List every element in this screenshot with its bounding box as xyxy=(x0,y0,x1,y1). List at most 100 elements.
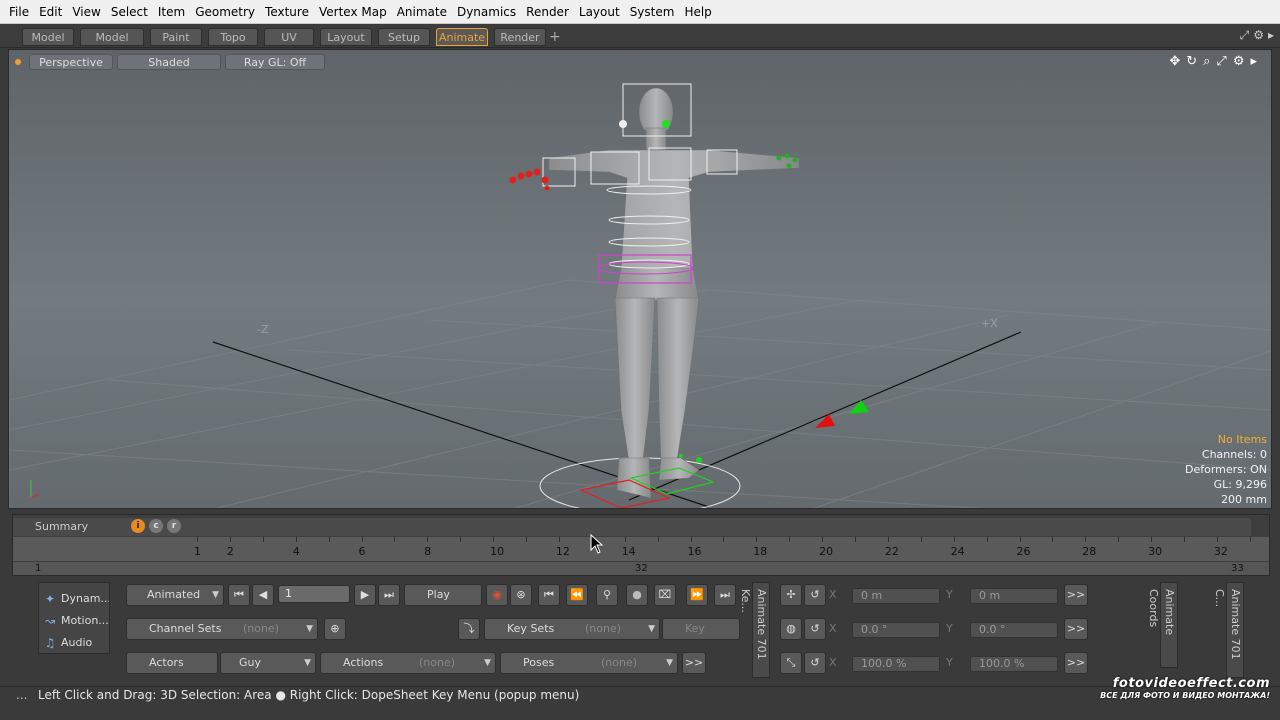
zoom-view-icon[interactable]: ⌕ xyxy=(1203,54,1210,69)
key-filter-button[interactable]: ⊛ xyxy=(510,584,532,606)
next-frame-button[interactable]: ▶ xyxy=(354,584,376,606)
rotation-y-field[interactable]: 0.0 ° xyxy=(970,622,1058,638)
move-view-icon[interactable]: ✥ xyxy=(1169,54,1180,69)
menu-edit[interactable]: Edit xyxy=(34,0,67,24)
menu-view[interactable]: View xyxy=(67,0,105,24)
delete-key-button[interactable]: ⌧ xyxy=(654,584,676,606)
menu-texture[interactable]: Texture xyxy=(260,0,314,24)
animate-keys-tab[interactable]: Animate 701 Ke... xyxy=(739,582,770,678)
goto-start-button[interactable]: ⏮ xyxy=(228,584,250,606)
menu-file[interactable]: File xyxy=(4,0,34,24)
timeline-range-bar[interactable]: 1 32 33 xyxy=(13,562,1269,575)
prev-key-button[interactable]: ⏮ xyxy=(538,584,560,606)
rotation-more-button[interactable]: >> xyxy=(1064,618,1088,640)
tab-model[interactable]: Model xyxy=(22,28,74,46)
summary-label: Summary xyxy=(35,520,89,533)
position-x-field[interactable]: 0 m xyxy=(852,588,940,604)
head-pivot-white[interactable] xyxy=(619,120,627,128)
current-frame-field[interactable]: 1 xyxy=(278,585,350,603)
tab-setup[interactable]: Setup xyxy=(378,28,430,46)
shading-dropdown[interactable]: Shaded xyxy=(117,54,221,70)
prev-frame-button[interactable]: ◀ xyxy=(252,584,274,606)
motion-tool[interactable]: ↝ Motion... xyxy=(41,611,109,631)
next-key-button[interactable]: ⏩ xyxy=(686,584,708,606)
animation-mode-dropdown[interactable]: Animated ▼ xyxy=(126,584,224,606)
channel-sets-dropdown[interactable]: Channel Sets (none) ▼ xyxy=(126,618,318,640)
record-button[interactable]: ● xyxy=(626,584,648,606)
channel-badge-icon[interactable]: c xyxy=(149,519,163,533)
menu-dynamics[interactable]: Dynamics xyxy=(452,0,521,24)
dynamics-tool[interactable]: ✦ Dynam... xyxy=(41,589,109,609)
rig-badge-icon[interactable]: r xyxy=(167,519,181,533)
actions-dropdown[interactable]: Actions (none) ▼ xyxy=(320,652,496,674)
scale-x-field[interactable]: 100.0 % xyxy=(852,656,940,672)
position-y-field[interactable]: 0 m xyxy=(970,588,1058,604)
menu-animate[interactable]: Animate xyxy=(392,0,452,24)
rotate-tool-button[interactable]: ◍ xyxy=(780,618,802,640)
menu-vertex-map[interactable]: Vertex Map xyxy=(314,0,392,24)
tab-uv[interactable]: UV xyxy=(264,28,314,46)
projection-dropdown[interactable]: Perspective xyxy=(29,54,113,70)
animate-coords-tab[interactable]: Animate Coords xyxy=(1147,582,1178,668)
more-options-button[interactable]: >> xyxy=(682,652,706,674)
tab-topo[interactable]: Topo xyxy=(208,28,258,46)
key-sets-dropdown[interactable]: Key Sets (none) ▼ xyxy=(484,618,660,640)
rotation-x-field[interactable]: 0.0 ° xyxy=(852,622,940,638)
viewport-gear-icon[interactable]: ⚙ xyxy=(1233,54,1245,69)
key-button[interactable]: Key xyxy=(662,618,740,640)
timeline-ruler[interactable]: 1 2 4 6 8 10 12 14 16 18 20 22 24 26 28 30 32 xyxy=(13,537,1269,561)
rotate-view-icon[interactable]: ↻ xyxy=(1186,54,1197,69)
move-tool-button[interactable]: ✢ xyxy=(780,584,802,606)
tab-render[interactable]: Render xyxy=(494,28,546,46)
animate-channels-tab[interactable]: Animate 701 C... xyxy=(1213,582,1244,678)
menu-render[interactable]: Render xyxy=(521,0,574,24)
auto-key-button[interactable]: ◉ xyxy=(486,584,508,606)
arrow-right-icon[interactable]: ▸ xyxy=(1268,28,1274,43)
actors-button[interactable]: Actors xyxy=(126,652,218,674)
scale-reset-button[interactable]: ↺ xyxy=(804,652,826,674)
menu-help[interactable]: Help xyxy=(679,0,716,24)
head-pivot-green[interactable] xyxy=(662,120,670,128)
goto-end-button[interactable]: ⏭ xyxy=(378,584,400,606)
expand-icon[interactable]: ⤢ xyxy=(1240,28,1250,43)
reset-icon: ↺ xyxy=(810,656,820,669)
scale-y-field[interactable]: 100.0 % xyxy=(970,656,1058,672)
scale-tool-button[interactable]: ⤡ xyxy=(780,652,802,674)
tab-model-quad[interactable]: Model Quad xyxy=(80,28,144,62)
menu-select[interactable]: Select xyxy=(106,0,153,24)
ruler-tick xyxy=(361,537,363,542)
tab-paint[interactable]: Paint xyxy=(150,28,202,46)
ruler-tick xyxy=(1216,537,1218,542)
poses-dropdown[interactable]: Poses (none) ▼ xyxy=(500,652,678,674)
raygl-toggle[interactable]: Ray GL: Off xyxy=(225,54,325,70)
tab-animate[interactable]: Animate xyxy=(436,28,488,46)
scene-canvas[interactable]: -Z +X xyxy=(9,50,1272,509)
dopesheet-track[interactable] xyxy=(197,518,1251,536)
rotate-reset-button[interactable]: ↺ xyxy=(804,618,826,640)
3d-viewport[interactable]: -Z +X Perspective Shaded Ray GL: Off ✥ ↻… xyxy=(8,49,1272,509)
info-badge-icon[interactable]: i xyxy=(131,519,145,533)
key-sets-add-button[interactable]: ⤵ xyxy=(458,618,480,640)
maximize-icon[interactable]: ⤢ xyxy=(1216,54,1226,69)
menu-system[interactable]: System xyxy=(625,0,680,24)
back-key-button[interactable]: ⏪ xyxy=(566,584,588,606)
menu-item[interactable]: Item xyxy=(153,0,190,24)
set-key-button[interactable]: ⚲ xyxy=(596,584,618,606)
menu-layout[interactable]: Layout xyxy=(574,0,625,24)
position-more-button[interactable]: >> xyxy=(1064,584,1088,606)
move-reset-button[interactable]: ↺ xyxy=(804,584,826,606)
audio-tool[interactable]: ♫ Audio xyxy=(41,633,109,653)
play-button[interactable]: Play xyxy=(404,584,482,606)
actor-dropdown[interactable]: Guy ▼ xyxy=(220,652,316,674)
add-tab-button[interactable]: + xyxy=(549,28,561,46)
scale-more-button[interactable]: >> xyxy=(1064,652,1088,674)
channel-sets-add-button[interactable]: ⊕ xyxy=(324,618,346,640)
gear-icon[interactable]: ⚙ xyxy=(1253,28,1264,43)
viewport-menu-icon[interactable]: ▸ xyxy=(1250,54,1257,69)
viewport-info-hud: No Items Channels: 0 Deformers: ON GL: 9… xyxy=(1185,432,1267,507)
last-key-button[interactable]: ⏭ xyxy=(714,584,736,606)
timeline[interactable]: Summary i c r 1 2 4 6 8 10 12 14 16 18 20 22 24 26 28 3… xyxy=(12,514,1270,576)
tab-layout[interactable]: Layout xyxy=(320,28,372,46)
status-menu-button[interactable]: ... xyxy=(16,687,27,704)
menu-geometry[interactable]: Geometry xyxy=(190,0,260,24)
